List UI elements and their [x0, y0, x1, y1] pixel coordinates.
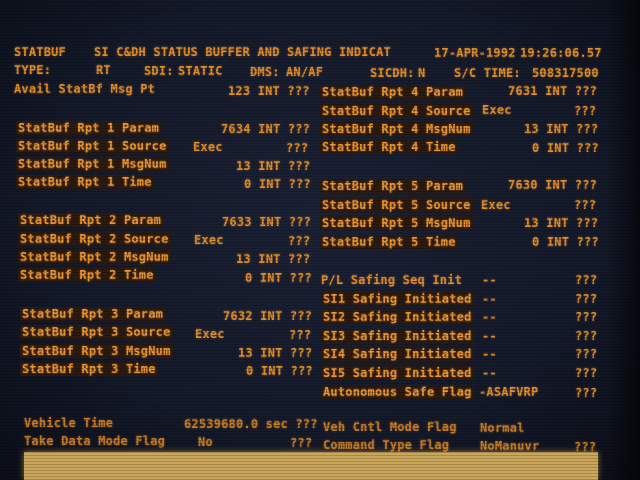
safing-si3-src: --	[482, 329, 497, 343]
rpt4-msgnum-value: 13 INT ???	[524, 122, 599, 136]
rpt1-time-label: StatBuf Rpt 1 Time	[16, 175, 154, 189]
message-bar	[24, 452, 598, 480]
rpt2-msgnum-value: 13 INT ???	[236, 252, 311, 266]
safing-si5-value: ???	[575, 366, 598, 380]
rpt3-msgnum-label: StatBuf Rpt 3 MsgNum	[20, 344, 173, 358]
rpt2-time-value: 0 INT ???	[245, 271, 312, 285]
telemetry-screen: STATBUF SI C&DH STATUS BUFFER AND SAFING…	[0, 0, 640, 480]
safing-pl-src: --	[482, 273, 497, 287]
sdi-label: SDI:	[144, 64, 174, 78]
veh-cntl-label: Veh Cntl Mode Flag	[323, 420, 457, 434]
safing-si4-value: ???	[575, 347, 598, 361]
rpt3-param-label: StatBuf Rpt 3 Param	[20, 307, 166, 321]
safing-pl-value: ???	[575, 273, 598, 287]
rpt4-param-label: StatBuf Rpt 4 Param	[320, 85, 466, 99]
dms-label: DMS:	[250, 65, 280, 79]
rpt2-source-src[interactable]: Exec	[194, 233, 224, 247]
rpt4-time-label: StatBuf Rpt 4 Time	[320, 140, 458, 154]
rpt2-msgnum-label: StatBuf Rpt 2 MsgNum	[18, 250, 171, 264]
display-id: STATBUF	[14, 45, 66, 59]
rpt2-param-label: StatBuf Rpt 2 Param	[18, 213, 164, 227]
cmd-type-src: NoManuvr	[480, 439, 540, 453]
take-data-src: No	[198, 435, 213, 449]
sicdh-label: SICDH:	[370, 66, 415, 80]
vehicle-time-value: 62539680.0 sec ???	[184, 417, 318, 431]
rpt5-source-value: ???	[574, 198, 597, 212]
safing-auto-src: -ASAFVRP	[479, 385, 539, 399]
safing-si4-label: SI4 Safing Initiated	[321, 347, 474, 361]
safing-si2-value: ???	[575, 310, 598, 324]
rpt3-time-label: StatBuf Rpt 3 Time	[20, 362, 158, 376]
header-time: 19:26:06.57	[520, 46, 602, 60]
rpt4-time-value: 0 INT ???	[532, 141, 599, 155]
rpt4-msgnum-label: StatBuf Rpt 4 MsgNum	[320, 122, 473, 136]
rpt2-param-value: 7633 INT ???	[222, 215, 312, 229]
rpt3-time-value: 0 INT ???	[246, 364, 313, 378]
header-date: 17-APR-1992	[434, 46, 516, 60]
type-value: RT	[96, 63, 111, 77]
rpt3-msgnum-value: 13 INT ???	[238, 346, 313, 360]
dms-value: AN/AF	[286, 65, 324, 79]
rpt1-param-value: 7634 INT ???	[221, 122, 311, 136]
safing-si2-src: --	[482, 310, 497, 324]
sicdh-value: N	[418, 66, 426, 80]
sdi-value: STATIC	[178, 64, 223, 78]
type-label: TYPE:	[14, 63, 52, 77]
rpt1-source-value: ???	[286, 141, 309, 155]
rpt1-source-label: StatBuf Rpt 1 Source	[16, 139, 169, 153]
rpt1-source-src: Exec	[193, 140, 223, 154]
sctime-value: 508317500	[532, 66, 599, 80]
rpt5-source-label: StatBuf Rpt 5 Source	[320, 198, 473, 212]
rpt5-param-value: 7630 INT ???	[508, 178, 598, 192]
rpt5-msgnum-value[interactable]: 13 INT ???	[524, 216, 598, 230]
safing-si1-src: --	[482, 292, 497, 306]
vehicle-time-label: Vehicle Time	[24, 416, 114, 430]
rpt5-time-value: 0 INT ???	[532, 235, 599, 249]
display-title: SI C&DH STATUS BUFFER AND SAFING INDICAT	[94, 45, 391, 59]
rpt3-source-src: Exec	[195, 327, 225, 341]
rpt2-source-value: ???	[288, 234, 311, 248]
take-data-label: Take Data Mode Flag	[24, 434, 166, 448]
safing-si3-label: SI3 Safing Initiated	[321, 329, 474, 343]
rpt2-time-label: StatBuf Rpt 2 Time	[18, 268, 156, 282]
safing-si4-src: --	[482, 347, 497, 361]
safing-si3-value: ???	[575, 329, 598, 343]
rpt3-source-label: StatBuf Rpt 3 Source	[20, 325, 173, 339]
rpt4-source-value: ???	[574, 104, 597, 118]
rpt1-time-value: 0 INT ???	[244, 177, 311, 191]
rpt4-param-value: 7631 INT ???	[508, 84, 598, 98]
screen-bezel-edge	[606, 0, 640, 480]
safing-si2-label: SI2 Safing Initiated	[321, 310, 474, 324]
rpt1-msgnum-label: StatBuf Rpt 1 MsgNum	[16, 157, 169, 171]
avail-label: Avail StatBf Msg Pt	[14, 82, 156, 96]
rpt5-time-label: StatBuf Rpt 5 Time	[320, 235, 458, 249]
safing-pl-label: P/L Safing Seq Init	[321, 273, 463, 287]
rpt3-param-value: 7632 INT ???	[223, 309, 313, 323]
sctime-label: S/C TIME:	[454, 66, 521, 80]
take-data-value: ???	[290, 436, 313, 450]
safing-auto-value: ???	[575, 386, 598, 400]
rpt5-source-src: Exec	[481, 198, 511, 212]
safing-si1-label: SI1 Safing Initiated	[321, 292, 474, 306]
safing-si1-value: ???	[575, 292, 598, 306]
rpt5-msgnum-label: StatBuf Rpt 5 MsgNum	[320, 216, 473, 230]
rpt4-source-label: StatBuf Rpt 4 Source	[320, 104, 473, 118]
rpt1-msgnum-value: 13 INT ???	[236, 159, 311, 173]
rpt4-source-src: Exec	[482, 103, 512, 117]
safing-si5-label: SI5 Safing Initiated	[321, 366, 474, 380]
safing-auto-label: Autonomous Safe Flag	[321, 385, 474, 399]
rpt3-source-value: ???	[289, 328, 312, 342]
rpt1-param-label: StatBuf Rpt 1 Param	[16, 121, 162, 135]
cmd-type-label: Command Type Flag	[323, 438, 450, 452]
veh-cntl-value: Normal	[480, 421, 525, 435]
rpt5-param-label: StatBuf Rpt 5 Param	[320, 179, 466, 193]
safing-si5-src: --	[482, 366, 497, 380]
rpt2-source-label: StatBuf Rpt 2 Source	[18, 232, 171, 246]
avail-value: 123 INT ???	[228, 84, 310, 98]
